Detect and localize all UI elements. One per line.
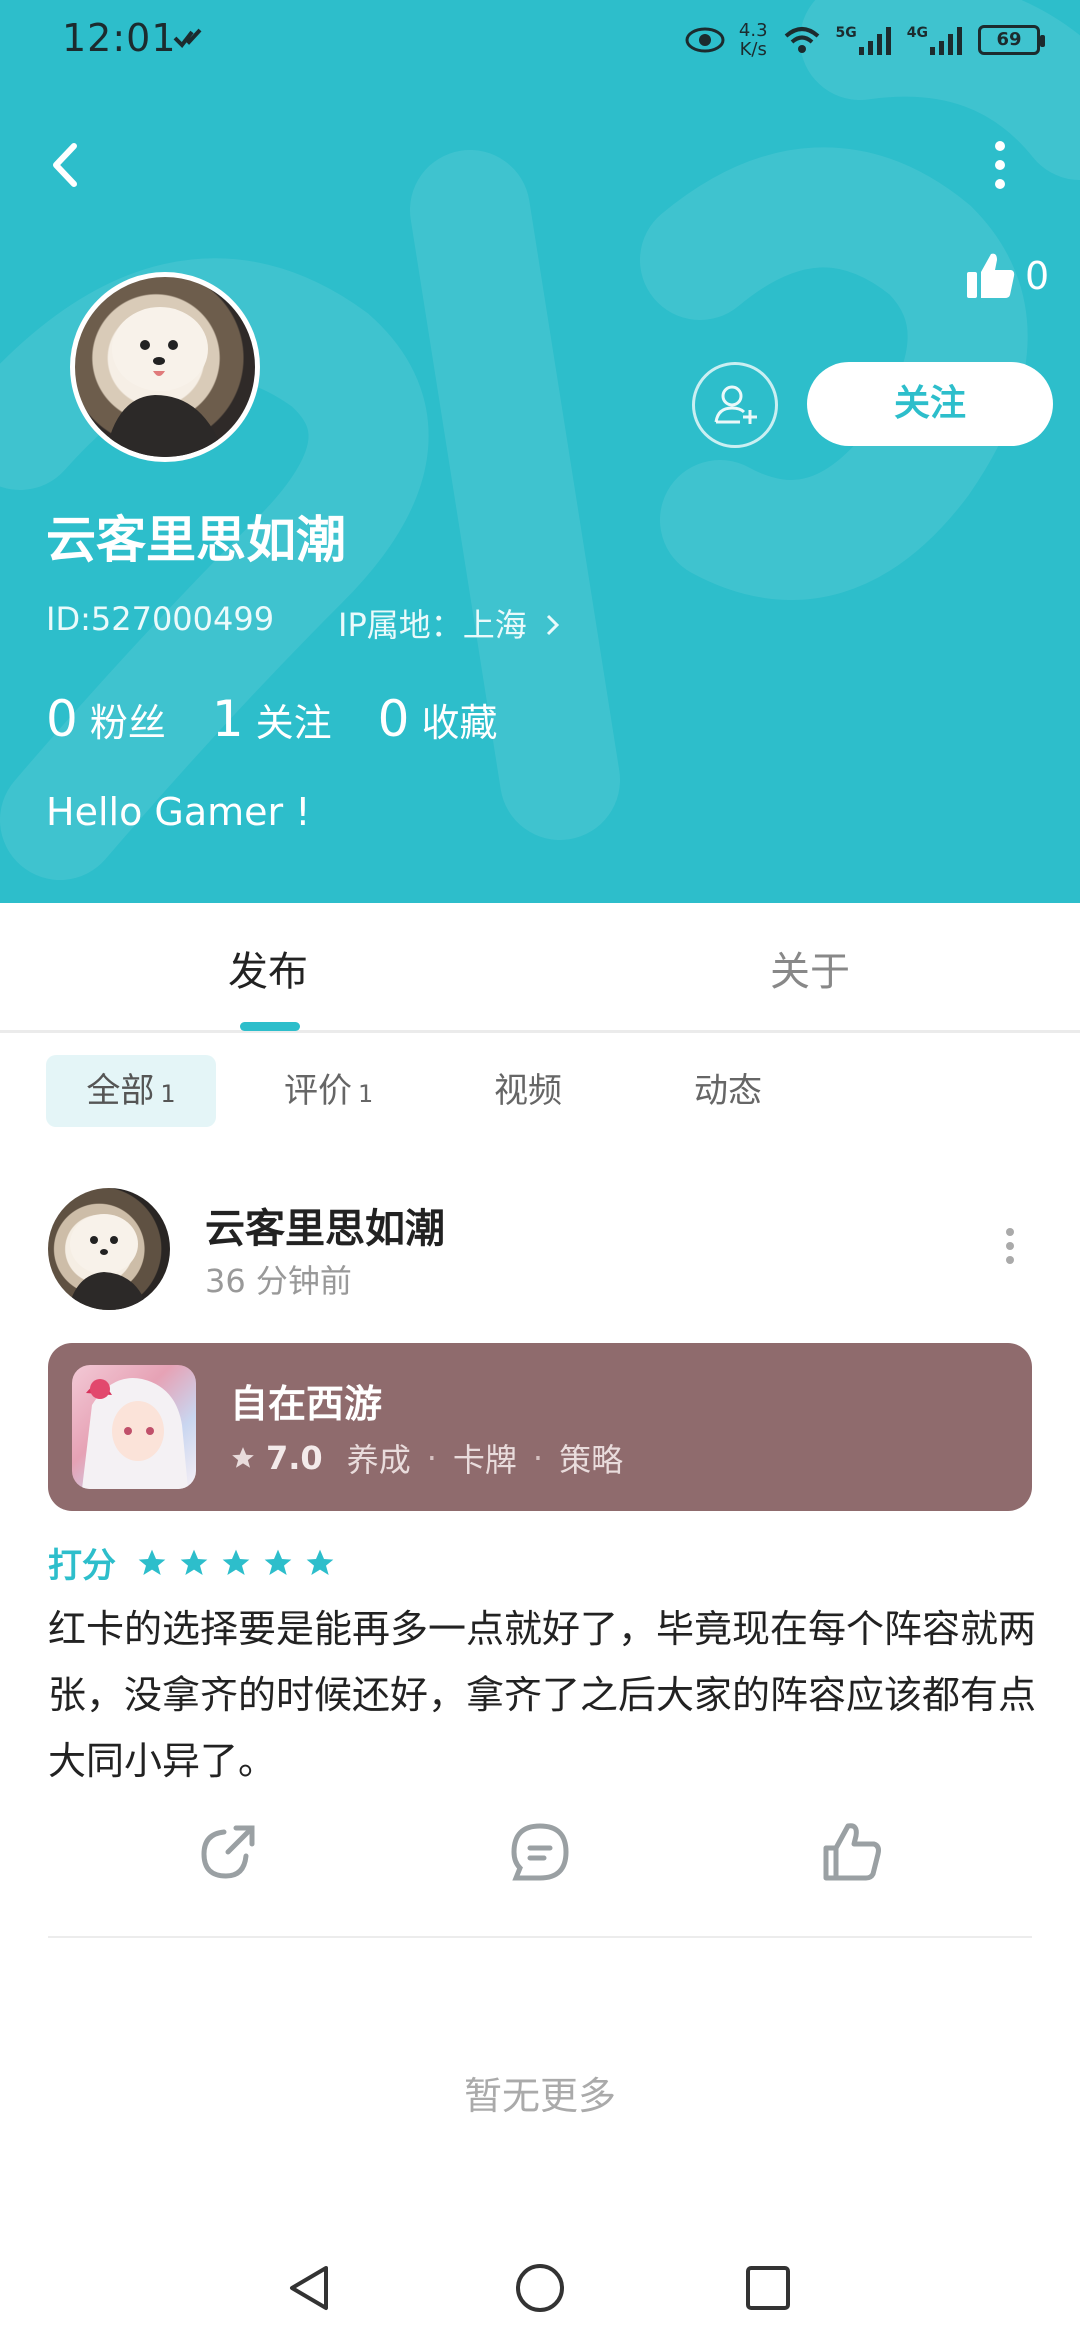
add-user-icon	[714, 385, 757, 424]
game-score: 7.0	[266, 1439, 323, 1477]
no-more-label: 暂无更多	[463, 2074, 616, 2118]
ip-location[interactable]: IP属地：上海	[338, 600, 563, 646]
filter-review-label: 评价	[284, 1071, 352, 1111]
nav-back-icon[interactable]	[280, 2258, 340, 2318]
battery-icon: 69	[978, 25, 1045, 55]
post-author-name[interactable]: 云客里思如潮	[205, 1196, 445, 1254]
signal-bars-icon	[858, 27, 891, 55]
filter-review-count: 1	[358, 1080, 374, 1108]
post-more-button[interactable]	[1000, 1228, 1020, 1268]
status-time: 12:01	[62, 16, 177, 60]
net-speed-value: 4.3	[738, 20, 768, 41]
filter-all[interactable]: 全部 1	[46, 1055, 216, 1127]
signal-bars-icon	[930, 27, 962, 55]
eye-icon	[685, 27, 725, 53]
filter-review[interactable]: 评价 1	[284, 1055, 373, 1127]
add-friend-button[interactable]	[692, 362, 778, 448]
rating-row: 打分	[48, 1538, 336, 1587]
game-character-image	[82, 1378, 188, 1489]
comment-icon[interactable]	[508, 1820, 572, 1884]
user-id: ID:527000499	[46, 600, 275, 638]
tab-about[interactable]: 关于	[770, 939, 850, 997]
back-icon[interactable]	[38, 130, 98, 200]
stat-num: 1	[211, 690, 244, 748]
star-icon	[264, 1549, 292, 1575]
more-dot	[1006, 1242, 1014, 1250]
game-card[interactable]: 自在西游 7.0 养成 · 卡牌 · 策略	[48, 1343, 1032, 1511]
filter-dynamic[interactable]: 动态	[694, 1055, 762, 1127]
signal-5g: 5G	[836, 25, 893, 55]
profile-likes[interactable]: 0	[965, 250, 1049, 302]
stat-fans[interactable]: 0 粉丝	[46, 690, 166, 748]
avatar-dog-image	[105, 307, 225, 457]
game-tag: 养成	[346, 1441, 411, 1479]
more-dot	[995, 141, 1005, 151]
chevron-right-icon	[546, 614, 560, 636]
filter-video[interactable]: 视频	[494, 1055, 562, 1127]
game-meta: 7.0 养成 · 卡牌 · 策略	[230, 1435, 623, 1481]
notification-icon	[173, 28, 202, 49]
tag-separator: ·	[532, 1439, 544, 1477]
more-dot	[1006, 1228, 1014, 1236]
stat-favorites[interactable]: 0 收藏	[378, 690, 498, 748]
net-speed: 4.3 K/s	[739, 21, 768, 59]
follow-button[interactable]: 关注	[807, 362, 1053, 446]
thumbs-up-icon[interactable]	[820, 1820, 884, 1884]
tab-publish[interactable]: 发布	[228, 939, 308, 997]
user-name: 云客里思如潮	[46, 511, 346, 569]
profile-tabs: 发布 关于	[0, 903, 1080, 1033]
stat-following[interactable]: 1 关注	[212, 690, 332, 748]
wifi-icon	[784, 27, 819, 53]
star-icon	[222, 1549, 250, 1575]
star-icon	[306, 1549, 334, 1575]
status-icons: 4.3 K/s 5G 4G 69	[685, 18, 1045, 62]
tag-separator: ·	[426, 1439, 437, 1477]
likes-count: 0	[1025, 254, 1050, 298]
more-dot	[1006, 1256, 1014, 1264]
thumbs-up-icon	[967, 253, 1015, 298]
filter-all-count: 1	[160, 1080, 176, 1108]
game-name: 自在西游	[230, 1382, 383, 1426]
post-author-avatar[interactable]	[48, 1188, 170, 1310]
nav-home-icon[interactable]	[510, 2258, 570, 2318]
signal-5g-label: 5G	[835, 25, 857, 41]
game-icon	[72, 1365, 196, 1489]
status-bar: 12:01 4.3 K/s 5G 4G 69	[0, 0, 1080, 80]
filter-chips: 全部 1 评价 1 视频 动态	[46, 1055, 1046, 1127]
more-dot	[995, 179, 1005, 189]
nav-recent-icon[interactable]	[738, 2258, 798, 2318]
stat-num: 0	[46, 690, 78, 748]
star-icon	[138, 1549, 166, 1575]
stat-label: 收藏	[421, 701, 498, 745]
post-actions	[0, 1820, 1080, 1900]
share-icon[interactable]	[196, 1820, 260, 1884]
user-bio: Hello Gamer !	[46, 790, 311, 834]
more-menu-button[interactable]	[980, 130, 1020, 200]
filter-all-label: 全部	[86, 1071, 155, 1111]
stat-num: 0	[377, 690, 410, 748]
stat-label: 粉丝	[89, 701, 166, 745]
rating-label: 打分	[48, 1546, 116, 1586]
avatar-dog-image	[68, 1214, 148, 1310]
signal-4g-label: 4G	[906, 25, 928, 41]
star-icon	[232, 1447, 254, 1468]
profile-stats: 0 粉丝 1 关注 0 收藏	[46, 690, 497, 748]
post-time: 36 分钟前	[205, 1262, 352, 1300]
more-dot	[995, 160, 1005, 170]
divider	[48, 1936, 1032, 1938]
system-nav-bar	[0, 2240, 1080, 2340]
signal-4g: 4G	[907, 25, 964, 55]
profile-header: 12:01 4.3 K/s 5G 4G 69 0 关注 云客里思如潮 ID:52…	[0, 0, 1080, 903]
star-icon	[180, 1549, 208, 1575]
game-tag: 策略	[559, 1441, 624, 1479]
game-tag: 卡牌	[452, 1441, 517, 1479]
avatar[interactable]	[70, 272, 260, 462]
net-speed-unit: K/s	[739, 39, 767, 60]
tab-indicator	[240, 1022, 300, 1031]
ip-location-label: IP属地：上海	[338, 606, 527, 644]
review-text: 红卡的选择要是能再多一点就好了，毕竟现在每个阵容就两张，没拿齐的时候还好，拿齐了…	[48, 1607, 1037, 1783]
stat-label: 关注	[255, 701, 332, 745]
